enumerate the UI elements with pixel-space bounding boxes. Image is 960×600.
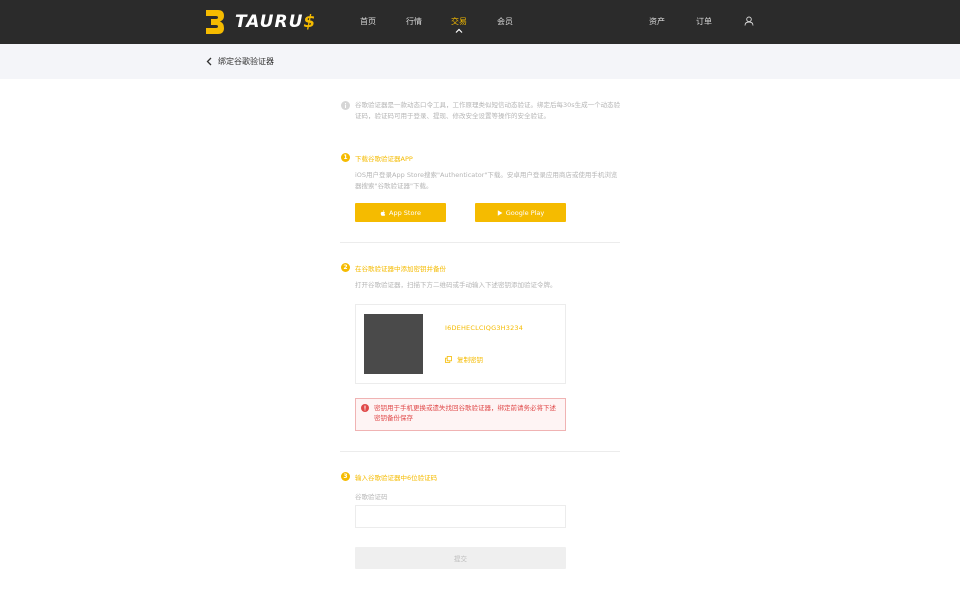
secret-key: I6DEHECLCIQG3H3234	[445, 324, 524, 332]
step-1-title: 下载谷歌验证器APP	[355, 155, 413, 163]
divider	[340, 451, 620, 452]
logo[interactable]: TAURU$	[205, 9, 316, 35]
google-play-button[interactable]: Google Play	[475, 203, 566, 222]
app-store-label: App Store	[389, 208, 421, 217]
back-button[interactable]: 绑定谷歌验证器	[206, 56, 274, 67]
divider	[340, 242, 620, 243]
play-icon	[497, 209, 503, 216]
submit-label: 提交	[454, 555, 467, 563]
verification-code-input[interactable]	[355, 505, 566, 528]
page-title: 绑定谷歌验证器	[218, 57, 274, 66]
nav-member[interactable]: 会员	[497, 0, 513, 44]
step-3-badge: 3	[341, 472, 350, 481]
nav-trade-label: 交易	[451, 17, 467, 26]
user-icon[interactable]	[744, 16, 754, 26]
logo-text: TAURU$	[235, 12, 317, 32]
chevron-up-icon	[455, 28, 463, 33]
intro-text: 谷歌验证器是一款动态口令工具，工作原理类似短信动态验证。绑定后每30s生成一个动…	[355, 101, 621, 120]
google-play-label: Google Play	[505, 208, 545, 217]
submit-button[interactable]: 提交	[355, 547, 566, 569]
nav-trade[interactable]: 交易	[451, 0, 467, 44]
step-3-title: 输入谷歌验证器中6位验证码	[355, 474, 438, 482]
step-2-title: 在谷歌验证器中添加密钥并备份	[355, 265, 446, 273]
info-icon	[341, 101, 350, 110]
copy-key-label: 复制密钥	[457, 356, 483, 364]
copy-icon	[445, 355, 452, 363]
logo-mark-icon	[206, 10, 224, 34]
nav-market[interactable]: 行情	[406, 0, 422, 44]
apple-icon	[380, 209, 386, 216]
copy-key-button[interactable]: 复制密钥	[445, 354, 483, 364]
alert-icon	[361, 404, 369, 412]
warning-text: 密钥用于手机更换或遗失找回谷歌验证器，绑定前请务必将下述密钥备份保存	[374, 404, 556, 422]
step-1-desc: iOS用户登录App Store搜索"Authenticator"下载。安卓用户…	[355, 171, 618, 190]
qr-code	[364, 314, 423, 374]
step-1-badge: 1	[341, 153, 350, 162]
page-header	[0, 44, 960, 79]
top-navigation-bar	[0, 0, 960, 44]
step-2-badge: 2	[341, 263, 350, 272]
nav-home[interactable]: 首页	[360, 0, 376, 44]
nav-orders[interactable]: 订单	[696, 0, 712, 44]
nav-assets[interactable]: 资产	[649, 0, 665, 44]
app-store-button[interactable]: App Store	[355, 203, 446, 222]
chevron-left-icon	[206, 57, 212, 66]
step-2-desc: 打开谷歌验证器，扫描下方二维码或手动输入下述密钥添加验证令牌。	[355, 281, 557, 289]
verification-code-label: 谷歌验证码	[355, 493, 388, 501]
